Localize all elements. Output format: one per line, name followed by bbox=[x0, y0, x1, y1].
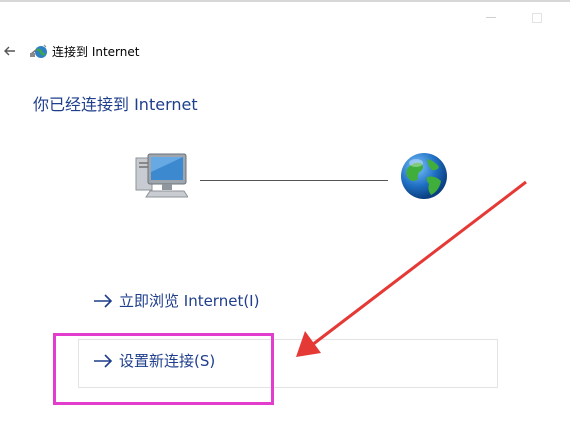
connection-line bbox=[200, 180, 388, 181]
browse-internet-link[interactable]: 立即浏览 Internet(I) bbox=[93, 290, 259, 311]
globe-icon bbox=[399, 151, 449, 201]
network-globe-icon bbox=[29, 41, 49, 61]
annotation-highlight-box bbox=[53, 333, 274, 405]
maximize-button[interactable] bbox=[530, 11, 544, 25]
arrow-right-icon bbox=[94, 293, 113, 308]
computer-icon bbox=[134, 152, 189, 198]
back-button[interactable] bbox=[0, 40, 20, 62]
browse-internet-label: 立即浏览 Internet(I) bbox=[119, 292, 260, 310]
back-arrow-icon bbox=[4, 46, 15, 56]
window-title: 连接到 Internet bbox=[52, 45, 140, 59]
minimize-button[interactable] bbox=[484, 11, 498, 25]
page-heading: 你已经连接到 Internet bbox=[33, 95, 198, 114]
window-top-border bbox=[0, 0, 570, 2]
